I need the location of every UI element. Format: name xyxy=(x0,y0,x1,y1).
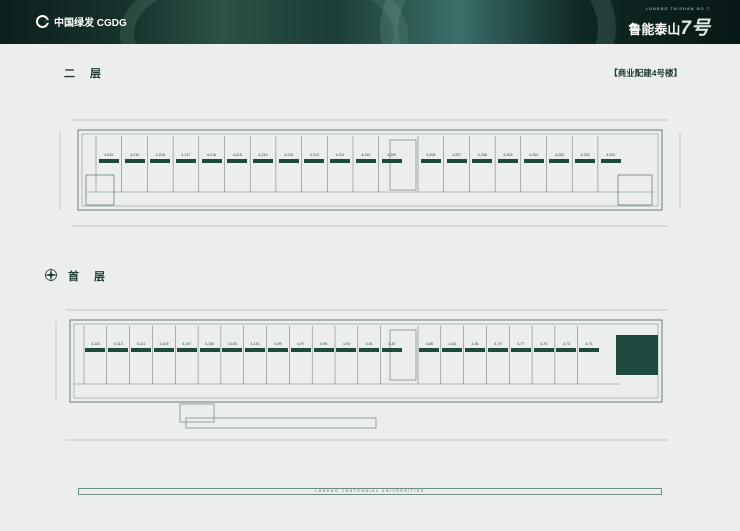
unit-area-badge xyxy=(465,348,486,352)
unit-area-badge xyxy=(227,159,248,163)
unit-label: 4-201 xyxy=(606,153,616,157)
unit-area-badge xyxy=(278,159,299,163)
floor-plans xyxy=(55,119,681,441)
unit-label: 4-219 xyxy=(129,153,140,157)
unit-area-badge xyxy=(510,348,531,352)
unit-label: 4-115 xyxy=(90,342,100,346)
unit-label: 4-215 xyxy=(232,153,242,157)
unit-area-badge xyxy=(85,348,106,352)
unit-label: 4-208 xyxy=(426,153,436,157)
unit-label: 4-210 xyxy=(361,153,371,157)
unit-area-badge xyxy=(304,159,325,163)
unit-label: 4-87 xyxy=(388,342,396,346)
unit-area-badge xyxy=(600,159,621,163)
unit-label: 4-209 xyxy=(386,153,397,157)
unit-area-badge xyxy=(497,159,518,163)
unit-label: 4-206 xyxy=(477,153,487,157)
unit-area-badge xyxy=(222,348,243,352)
highlighted-unit-block xyxy=(616,335,658,375)
unit-area-badge xyxy=(290,348,311,352)
unit-area-badge xyxy=(487,348,508,352)
unit-area-badge xyxy=(549,159,570,163)
unit-area-badge xyxy=(131,348,152,352)
unit-area-badge xyxy=(575,159,596,163)
unit-label: 4-93 xyxy=(342,342,350,346)
unit-area-badge xyxy=(245,348,266,352)
unit-label: 4-204 xyxy=(529,153,539,157)
unit-label: 4-203 xyxy=(554,153,564,157)
unit-area-badge xyxy=(176,348,197,352)
unit-area-badge xyxy=(108,348,129,352)
unit-label: 4-216 xyxy=(207,153,217,157)
unit-label: 4-97 xyxy=(297,342,305,346)
unit-area-badge xyxy=(355,159,376,163)
unit-area-badge xyxy=(420,159,441,163)
unit-label: 4-214 xyxy=(258,153,268,157)
unit-label: 4-95 xyxy=(319,342,328,346)
unit-area-badge xyxy=(175,159,196,163)
ground-floor-plan xyxy=(55,309,668,441)
unit-label: 4-77 xyxy=(517,342,525,346)
unit-area-badge xyxy=(442,348,463,352)
unit-label: 4-220 xyxy=(104,153,114,157)
unit-area-badge xyxy=(253,159,274,163)
unit-area-badge xyxy=(472,159,493,163)
unit-area-badge xyxy=(419,348,440,352)
unit-label: 4-79 xyxy=(494,342,502,346)
unit-area-badge xyxy=(382,348,403,352)
unit-label: 4-109 xyxy=(159,342,169,346)
unit-label: 4-101 xyxy=(250,342,260,346)
unit-label: 4-213 xyxy=(284,153,294,157)
footer-text: LUNENG CENTENNIAL UNIVERSITIES xyxy=(280,489,460,494)
unit-area-badge xyxy=(336,348,357,352)
unit-label: 4-73 xyxy=(562,342,570,346)
unit-area-badge xyxy=(313,348,334,352)
unit-area-badge xyxy=(267,348,288,352)
unit-label: 4-113 xyxy=(113,342,123,346)
unit-label: 4-99 xyxy=(274,342,282,346)
unit-label: 4-103 xyxy=(227,342,237,346)
unit-label: 4-205 xyxy=(503,153,513,157)
unit-label: 4-107 xyxy=(182,342,192,346)
unit-area-badge xyxy=(579,348,600,352)
unit-area-badge xyxy=(150,159,171,163)
unit-area-badge xyxy=(533,348,554,352)
unit-label: 4-202 xyxy=(580,153,590,157)
unit-area-badge xyxy=(523,159,544,163)
second-floor-plan xyxy=(59,119,681,227)
unit-label: 4-111 xyxy=(136,342,146,346)
unit-label: 4-71 xyxy=(585,342,593,346)
unit-label: 4-217 xyxy=(181,153,191,157)
unit-area-badge xyxy=(330,159,351,163)
unit-label: 4-211 xyxy=(335,153,345,157)
unit-label: 4-81 xyxy=(471,342,479,346)
unit-area-badge xyxy=(359,348,380,352)
unit-area-badge xyxy=(556,348,577,352)
unit-area-badge xyxy=(446,159,467,163)
unit-label: 4-75 xyxy=(539,342,548,346)
unit-label: 4-105 xyxy=(204,342,215,346)
unit-area-badge xyxy=(381,159,402,163)
unit-area-badge xyxy=(153,348,174,352)
unit-area-badge xyxy=(124,159,145,163)
unit-label: 4-207 xyxy=(451,153,462,157)
unit-label: 4-85 xyxy=(425,342,433,346)
unit-area-badge xyxy=(98,159,119,163)
unit-label: 4-212 xyxy=(309,153,320,157)
unit-area-badge xyxy=(201,159,222,163)
unit-label: 4-83 xyxy=(448,342,456,346)
unit-area-badge xyxy=(199,348,220,352)
unit-label: 4-218 xyxy=(155,153,165,157)
unit-label: 4-91 xyxy=(365,342,373,346)
